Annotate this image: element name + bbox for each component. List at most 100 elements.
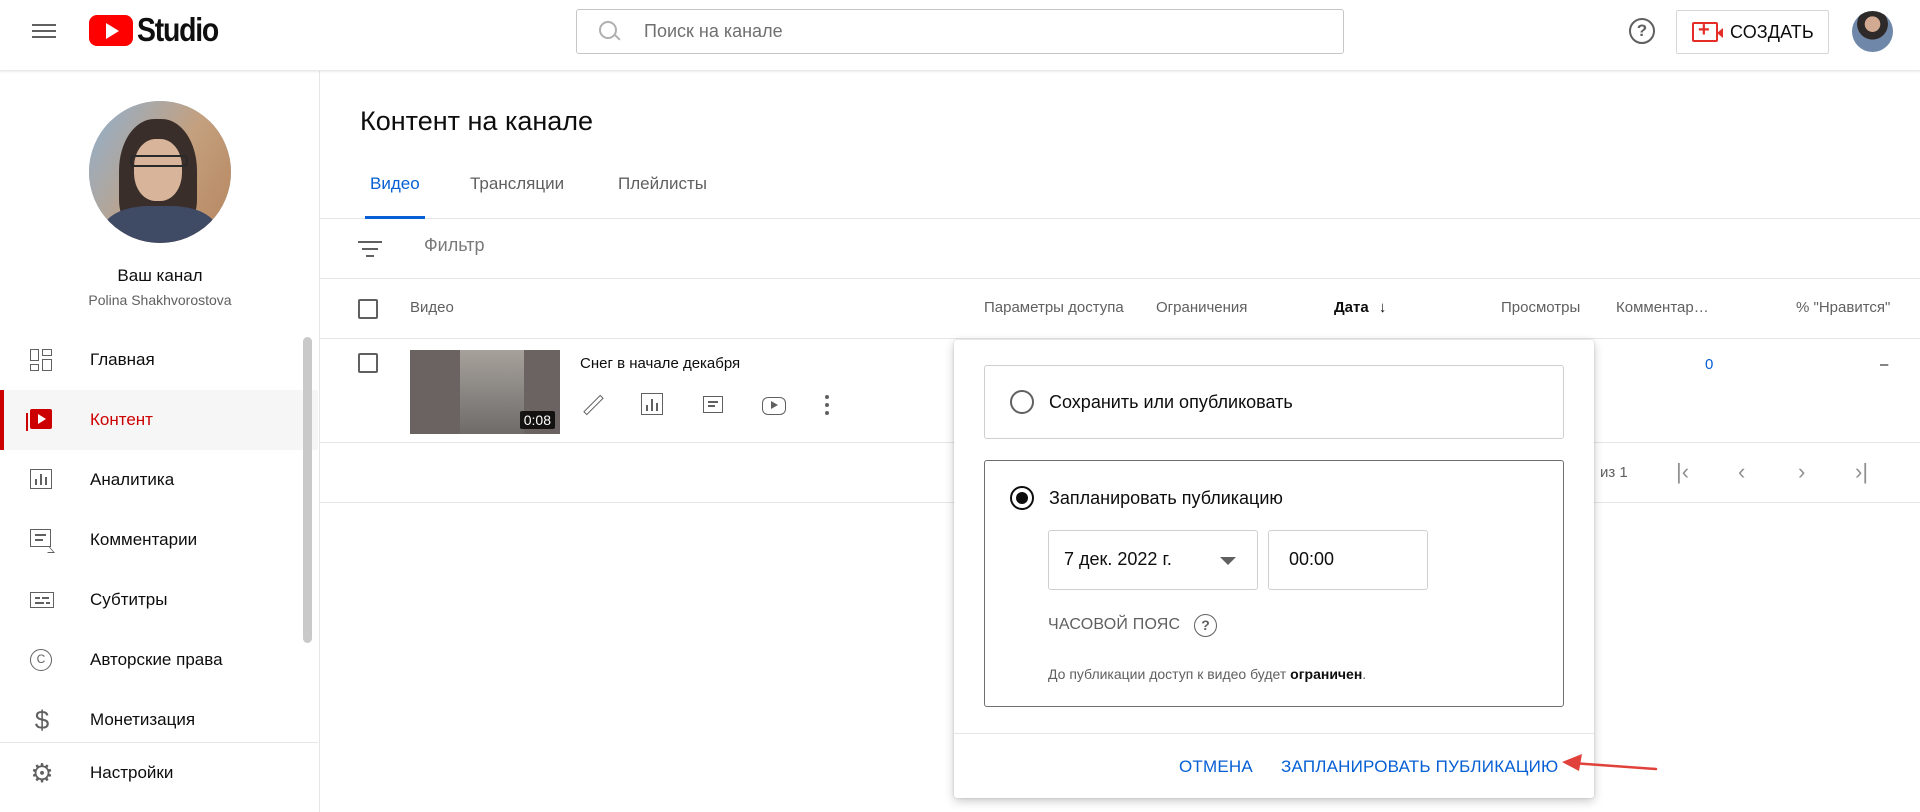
- dashboard-icon: [30, 349, 54, 371]
- comments-icon[interactable]: [703, 396, 723, 413]
- note-prefix: До публикации доступ к видео будет: [1048, 666, 1291, 682]
- annotation-arrow-icon: [1562, 754, 1658, 771]
- tab-playlists[interactable]: Плейлисты: [618, 167, 707, 219]
- studio-logo[interactable]: Studio: [89, 11, 231, 48]
- sidebar-item-label: Авторские права: [90, 650, 223, 669]
- more-options-icon[interactable]: [824, 393, 830, 419]
- column-date[interactable]: Дата ↓: [1334, 299, 1386, 316]
- prev-page-icon[interactable]: ‹: [1738, 461, 1745, 483]
- time-field[interactable]: 00:00: [1268, 530, 1428, 590]
- column-date-label: Дата: [1334, 299, 1369, 316]
- sidebar: Ваш канал Polina Shakhvorostova Главная …: [0, 71, 320, 812]
- filter-icon[interactable]: [358, 241, 382, 259]
- account-avatar[interactable]: [1852, 11, 1893, 52]
- note-bold: ограничен: [1290, 666, 1363, 682]
- filter-input[interactable]: [424, 235, 1024, 256]
- time-value: 00:00: [1289, 549, 1335, 569]
- radio-schedule[interactable]: [1010, 486, 1034, 510]
- first-page-icon[interactable]: |‹: [1676, 461, 1689, 483]
- copyright-icon: C: [30, 649, 52, 671]
- video-title[interactable]: Снег в начале декабря: [580, 355, 740, 372]
- tab-videos[interactable]: Видео: [365, 167, 425, 219]
- chevron-down-icon: [1220, 557, 1236, 565]
- channel-name: Polina Shakhvorostova: [88, 292, 232, 308]
- pager-text: из 1: [1600, 464, 1628, 481]
- dialog-footer: ОТМЕНА ЗАПЛАНИРОВАТЬ ПУБЛИКАЦИЮ: [954, 733, 1594, 798]
- next-page-icon[interactable]: ›: [1798, 461, 1805, 483]
- option-save-publish[interactable]: Сохранить или опубликовать: [984, 365, 1564, 439]
- sidebar-item-settings[interactable]: ⚙ Настройки: [0, 743, 318, 803]
- content-icon: [26, 409, 52, 431]
- filter-bar: [320, 219, 1920, 279]
- search-box[interactable]: [576, 9, 1344, 54]
- sidebar-item-label: Комментарии: [90, 530, 198, 549]
- youtube-play-icon[interactable]: [762, 397, 786, 415]
- option-schedule[interactable]: Запланировать публикацию 7 дек. 2022 г. …: [984, 460, 1564, 707]
- gear-icon: ⚙: [30, 758, 54, 788]
- select-all-checkbox[interactable]: [358, 299, 378, 319]
- radio-save[interactable]: [1010, 390, 1034, 414]
- comments-count[interactable]: 0: [1705, 356, 1713, 373]
- comments-icon: [30, 529, 51, 547]
- sidebar-nav: Главная Контент Аналитика Комментарии Су…: [0, 330, 318, 750]
- help-icon[interactable]: ?: [1629, 18, 1655, 44]
- analytics-icon[interactable]: [641, 393, 663, 415]
- channel-avatar[interactable]: [89, 101, 231, 243]
- timezone-label[interactable]: ЧАСОВОЙ ПОЯС: [1048, 616, 1180, 634]
- video-duration: 0:08: [519, 411, 555, 429]
- logo-text: Studio: [137, 11, 219, 48]
- row-checkbox[interactable]: [358, 353, 378, 373]
- sidebar-item-dashboard[interactable]: Главная: [0, 330, 318, 390]
- column-restrictions[interactable]: Ограничения: [1156, 299, 1247, 316]
- analytics-icon: [30, 469, 52, 489]
- search-input[interactable]: [644, 21, 1324, 42]
- sidebar-item-monetization[interactable]: $ Монетизация: [0, 690, 318, 750]
- sidebar-item-label: Главная: [90, 350, 155, 369]
- create-label: СОЗДАТЬ: [1730, 21, 1814, 42]
- option-save-label: Сохранить или опубликовать: [1049, 392, 1293, 412]
- sidebar-item-label: Настройки: [90, 763, 174, 782]
- sidebar-item-content[interactable]: Контент: [0, 390, 318, 450]
- sidebar-item-label: Субтитры: [90, 590, 168, 609]
- top-bar: Studio ? СОЗДАТЬ: [0, 0, 1920, 71]
- sidebar-item-label: Монетизация: [90, 710, 196, 729]
- channel-title: Ваш канал: [117, 266, 203, 285]
- sort-arrow-down-icon: ↓: [1378, 299, 1387, 316]
- sidebar-item-label: Контент: [90, 410, 153, 429]
- restriction-note: До публикации доступ к видео будет огран…: [1048, 666, 1366, 682]
- sidebar-item-subtitles[interactable]: Субтитры: [0, 570, 318, 630]
- last-page-icon[interactable]: ›|: [1855, 461, 1868, 483]
- column-video: Видео: [410, 299, 454, 316]
- sidebar-item-copyright[interactable]: C Авторские права: [0, 630, 318, 690]
- sidebar-item-label: Аналитика: [90, 470, 175, 489]
- create-video-icon: [1692, 19, 1723, 42]
- column-visibility[interactable]: Параметры доступа: [984, 299, 1124, 316]
- schedule-dialog: Сохранить или опубликовать Запланировать…: [954, 340, 1594, 798]
- tab-live[interactable]: Трансляции: [470, 167, 564, 219]
- monetization-icon: $: [34, 705, 50, 735]
- help-icon[interactable]: ?: [1194, 614, 1217, 637]
- schedule-publish-button[interactable]: ЗАПЛАНИРОВАТЬ ПУБЛИКАЦИЮ: [1281, 757, 1558, 777]
- date-dropdown[interactable]: 7 дек. 2022 г.: [1048, 530, 1258, 590]
- table-header: Видео Параметры доступа Ограничения Дата…: [320, 279, 1920, 339]
- option-schedule-label: Запланировать публикацию: [1049, 488, 1283, 508]
- likes-value: –: [1880, 356, 1889, 373]
- cancel-button[interactable]: ОТМЕНА: [1179, 757, 1253, 777]
- sidebar-item-comments[interactable]: Комментарии: [0, 510, 318, 570]
- create-button[interactable]: СОЗДАТЬ: [1676, 10, 1829, 54]
- content-tabs: Видео Трансляции Плейлисты: [320, 167, 1920, 219]
- edit-pencil-icon[interactable]: [580, 393, 606, 419]
- page-title: Контент на канале: [360, 106, 594, 136]
- sidebar-scrollbar[interactable]: [303, 337, 312, 643]
- column-likes[interactable]: % "Нравится": [1796, 299, 1890, 316]
- youtube-logo-icon: [89, 14, 133, 46]
- column-views[interactable]: Просмотры: [1501, 299, 1580, 316]
- column-comments[interactable]: Комментар…: [1616, 299, 1709, 316]
- video-thumbnail[interactable]: 0:08: [410, 350, 560, 434]
- note-suffix: .: [1362, 666, 1367, 682]
- search-icon: [597, 19, 623, 45]
- subtitles-icon: [30, 592, 54, 608]
- date-value: 7 дек. 2022 г.: [1064, 549, 1172, 569]
- menu-icon[interactable]: [32, 20, 56, 44]
- sidebar-item-analytics[interactable]: Аналитика: [0, 450, 318, 510]
